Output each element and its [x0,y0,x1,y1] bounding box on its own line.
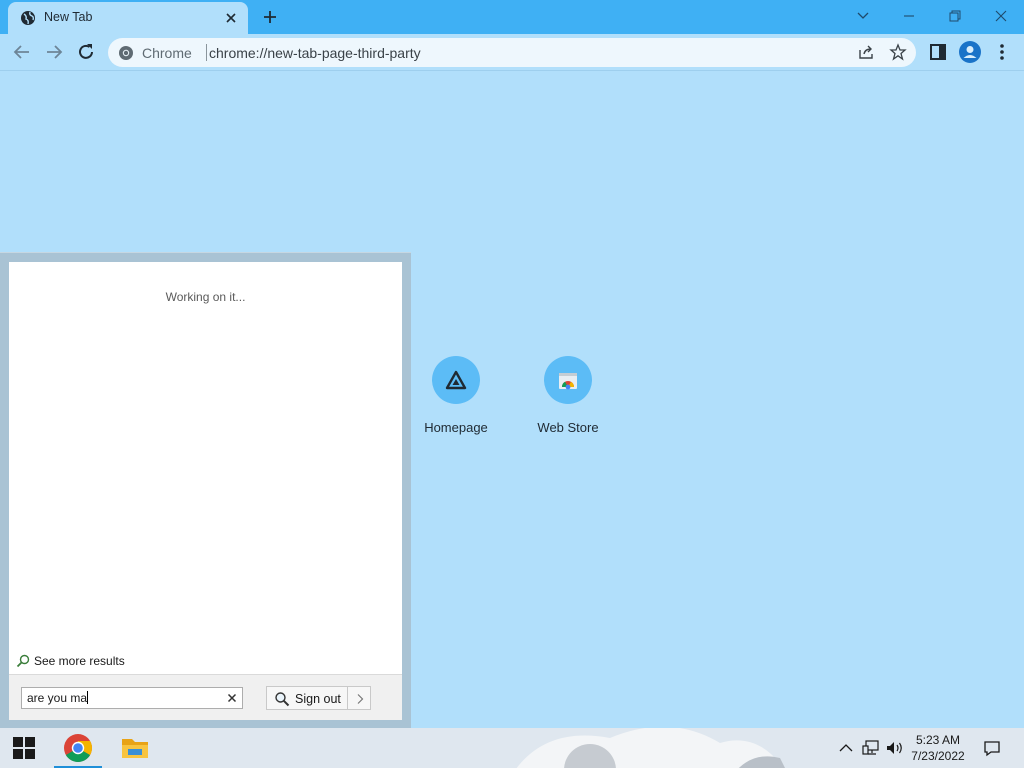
menu-kebab-icon[interactable] [990,40,1014,64]
start-search-panel: Working on it... See more results are yo… [0,252,411,728]
start-button[interactable] [0,728,48,768]
bookmark-star-icon[interactable] [889,43,907,61]
homepage-icon [432,356,480,404]
address-bar[interactable]: Chrome chrome://new-tab-page-third-party [108,38,916,67]
search-query-text: are you ma [27,691,88,705]
back-button[interactable] [10,40,34,64]
wallpaper-shape [516,728,785,768]
profile-avatar[interactable] [958,40,982,64]
search-input[interactable]: are you ma [21,687,243,709]
see-more-results-link[interactable]: See more results [16,652,125,670]
side-panel-icon[interactable] [926,40,950,64]
shortcut-label: Web Store [537,420,599,435]
power-options-arrow[interactable] [347,686,371,710]
taskbar-chrome[interactable] [54,728,102,768]
close-tab-icon[interactable] [222,9,240,27]
taskbar-clock[interactable]: 5:23 AM 7/23/2022 [902,732,974,764]
forward-button[interactable] [42,40,66,64]
volume-icon[interactable] [884,738,904,758]
url-text[interactable]: chrome://new-tab-page-third-party [209,45,421,61]
windows-logo-icon [13,737,35,759]
chrome-logo-icon [64,734,92,762]
chrome-icon [119,46,133,60]
new-tab-button[interactable] [260,7,280,27]
share-icon[interactable] [857,43,875,61]
taskbar-file-explorer[interactable] [111,728,159,768]
web-store-icon [544,356,592,404]
search-footer: are you ma Sign out [9,674,402,720]
tab-search-button[interactable] [848,5,878,27]
clear-search-icon[interactable] [226,692,238,704]
shortcut-homepage[interactable]: Homepage [416,356,496,440]
restore-button[interactable] [940,5,970,27]
tab-new-tab[interactable]: New Tab [8,2,248,34]
clock-date: 7/23/2022 [911,749,965,763]
sign-out-label: Sign out [295,692,341,706]
browser-toolbar: Chrome chrome://new-tab-page-third-party [0,34,1024,70]
text-caret [87,691,89,704]
search-status-text: Working on it... [165,290,246,304]
toolbar-divider [0,70,1024,71]
shortcut-label: Homepage [424,420,488,435]
close-window-button[interactable] [986,5,1016,27]
minimize-button[interactable] [894,5,924,27]
browser-titlebar: New Tab [0,0,1024,34]
chevron-right-icon [357,694,364,704]
search-results-area: Working on it... See more results [9,262,402,674]
chevron-up-icon[interactable] [836,738,856,758]
notification-icon[interactable] [982,738,1002,758]
see-more-label: See more results [34,654,125,668]
reload-button[interactable] [74,40,98,64]
address-separator [206,44,207,61]
network-icon[interactable] [861,738,881,758]
sign-out-button[interactable]: Sign out [266,686,347,710]
windows-taskbar: 5:23 AM 7/23/2022 [0,728,1024,768]
folder-icon [122,739,148,758]
globe-icon [21,11,35,25]
tab-title: New Tab [44,10,93,24]
search-icon [16,654,30,668]
clock-time: 5:23 AM [915,733,961,747]
shortcut-web-store[interactable]: Web Store [528,356,608,440]
search-magnifier-icon [275,692,290,707]
site-label: Chrome [142,45,192,61]
